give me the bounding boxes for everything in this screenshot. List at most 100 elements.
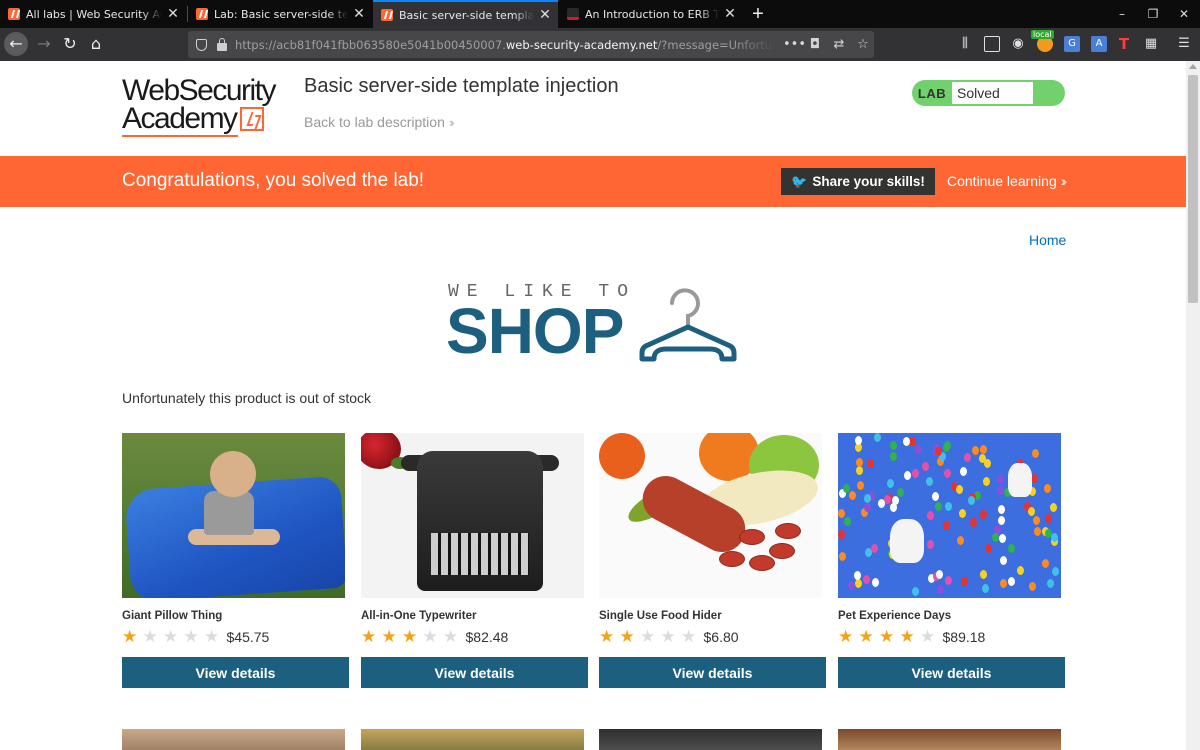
balloon: [912, 469, 919, 478]
bookmark-star-icon[interactable]: ☆: [855, 37, 871, 52]
product-card: Giant Pillow Thing ★ ★ ★ ★ ★ $45.75 View det…: [122, 433, 349, 688]
menu-icon[interactable]: ☰: [1176, 36, 1192, 52]
close-icon[interactable]: ✕: [352, 6, 366, 22]
logo-line2: Academy: [122, 102, 238, 135]
out-of-stock-message: Unfortunately this product is out of sto…: [122, 390, 372, 406]
we-like-to-shop-logo: WE LIKE TO SHOP: [446, 279, 746, 363]
scroll-up-icon[interactable]: [1189, 64, 1197, 69]
window-close-button[interactable]: ✕: [1168, 0, 1200, 28]
balloon: [926, 477, 933, 486]
scrollbar-thumb[interactable]: [1188, 75, 1198, 303]
t-extension-icon[interactable]: T: [1116, 36, 1132, 52]
balloon: [945, 576, 952, 585]
url-text[interactable]: https://acb81f041fbb063580e5041b00450007…: [235, 38, 775, 52]
tab-title: An Introduction to ERB Templating: [585, 7, 719, 21]
balloon: [1034, 527, 1041, 536]
balloon: [855, 436, 862, 445]
new-tab-button[interactable]: +: [748, 2, 768, 26]
star-empty-icon: ★: [660, 627, 676, 647]
twitter-icon: 🐦: [791, 173, 808, 189]
translate-extension-icon[interactable]: G: [1064, 36, 1080, 52]
logo-bolt-icon: [239, 107, 264, 131]
balloon: [927, 540, 934, 549]
logo-line1: WebSecurity: [122, 74, 277, 107]
balloon: [944, 441, 951, 450]
balloon: [1052, 567, 1059, 576]
balloon: [992, 533, 999, 542]
page-actions-button[interactable]: •••: [783, 37, 806, 52]
product-card: Pet Experience Days ★ ★ ★ ★ ★ $89.18 View de…: [838, 433, 1065, 688]
balloon: [848, 581, 855, 590]
lock-icon[interactable]: [217, 37, 227, 51]
pocket-icon[interactable]: ◘: [807, 37, 823, 52]
web-security-academy-logo[interactable]: WebSecurity Academy: [122, 74, 292, 139]
close-icon[interactable]: ✕: [538, 7, 552, 23]
translate-icon[interactable]: ⇄: [831, 37, 847, 52]
reload-button[interactable]: ↻: [58, 32, 82, 56]
continue-learning-link[interactable]: Continue learning ››: [947, 173, 1067, 189]
product-price: $6.80: [703, 629, 739, 645]
balloon: [863, 575, 870, 584]
balloon: [849, 491, 856, 500]
page-scrollbar[interactable]: [1186, 61, 1200, 750]
language-extension-icon[interactable]: A: [1091, 36, 1107, 52]
rating-stars: ★ ★ ★ ★ ★: [599, 628, 702, 646]
account-icon[interactable]: ◉: [1010, 36, 1026, 52]
forward-button[interactable]: →: [32, 32, 56, 56]
balloon: [968, 496, 975, 505]
sidebar-icon[interactable]: [984, 36, 1000, 52]
hanger-icon: [639, 288, 737, 362]
balloon: [890, 441, 897, 450]
balloon: [839, 552, 846, 561]
restore-button[interactable]: ❐: [1137, 0, 1169, 28]
product-rating: ★ ★ ★ ★ ★ $89.18: [838, 627, 1065, 647]
balloon: [1028, 507, 1035, 516]
extensions-grid-icon[interactable]: ▦: [1143, 36, 1159, 52]
product-image: [361, 729, 584, 750]
view-details-button[interactable]: View details: [122, 657, 349, 688]
product-price: $82.48: [465, 629, 509, 645]
star-empty-icon: ★: [183, 627, 199, 647]
view-details-button[interactable]: View details: [838, 657, 1065, 688]
minimize-button[interactable]: –: [1106, 0, 1138, 28]
balloon: [1044, 484, 1051, 493]
tracking-shield-icon[interactable]: [196, 38, 207, 51]
view-details-button[interactable]: View details: [361, 657, 588, 688]
balloon: [961, 577, 968, 586]
continue-learning-label: Continue learning: [947, 173, 1057, 189]
close-icon[interactable]: ✕: [166, 6, 180, 22]
tab-erb-intro[interactable]: An Introduction to ERB Templating ✕: [559, 0, 743, 28]
balloon: [1042, 559, 1049, 568]
back-button[interactable]: ←: [4, 32, 28, 56]
product-card: All-in-One Typewriter ★ ★ ★ ★ ★ $82.48 View …: [361, 433, 588, 688]
product-image: [122, 433, 345, 598]
back-to-description-link[interactable]: Back to lab description ››: [304, 114, 454, 130]
balloon: [890, 452, 897, 461]
balloon: [982, 584, 989, 593]
balloon: [856, 466, 863, 475]
portswigger-icon: [8, 8, 20, 20]
tab-lab-description[interactable]: Lab: Basic server-side template injectio…: [188, 0, 372, 28]
view-details-button[interactable]: View details: [599, 657, 826, 688]
star-filled-icon: ★: [899, 627, 915, 647]
home-icon[interactable]: ⌂: [84, 32, 108, 56]
library-icon[interactable]: ⫼: [957, 36, 973, 52]
rating-stars: ★ ★ ★ ★ ★: [122, 628, 225, 646]
home-link[interactable]: Home: [1029, 232, 1066, 248]
rating-stars: ★ ★ ★ ★ ★: [838, 628, 941, 646]
tab-lab-active[interactable]: Basic server-side template injection ✕: [373, 0, 558, 28]
url-bar[interactable]: https://acb81f041fbb063580e5041b00450007…: [188, 31, 874, 58]
product-name: Giant Pillow Thing: [122, 610, 223, 622]
close-icon[interactable]: ✕: [723, 6, 737, 22]
solved-message: Congratulations, you solved the lab!: [122, 170, 425, 191]
balloon: [980, 570, 987, 579]
product-price: $89.18: [942, 629, 986, 645]
balloon: [944, 469, 951, 478]
share-skills-label: Share your skills!: [812, 174, 925, 189]
extension-fox-icon[interactable]: local: [1031, 30, 1054, 52]
product-rating: ★ ★ ★ ★ ★ $6.80: [599, 627, 826, 647]
tab-all-labs[interactable]: All labs | Web Security Academy ✕: [0, 0, 186, 28]
share-skills-button[interactable]: 🐦 Share your skills!: [781, 168, 935, 195]
balloon: [855, 579, 862, 588]
url-host: web-security-academy.net: [505, 37, 658, 52]
